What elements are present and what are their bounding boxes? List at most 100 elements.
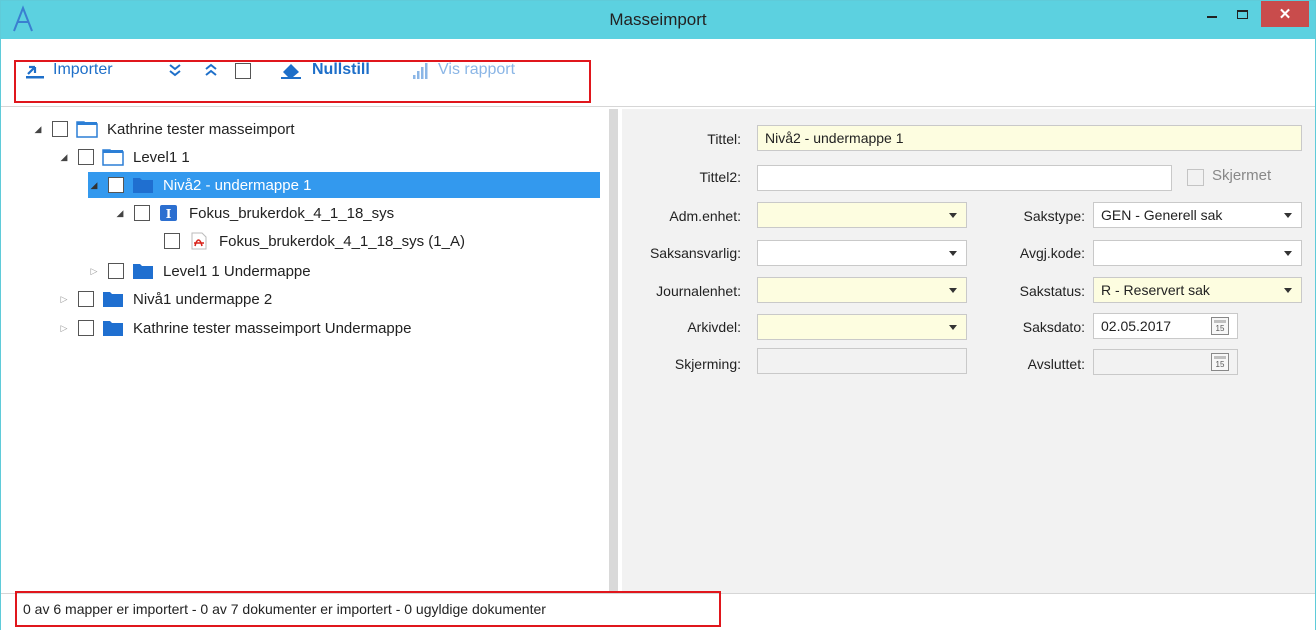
maximize-button[interactable] bbox=[1227, 1, 1257, 27]
tree-node-label: Level1 1 Undermappe bbox=[163, 262, 311, 280]
tree-node-checkbox[interactable] bbox=[52, 121, 68, 137]
expand-arrow-icon[interactable]: ◢ bbox=[114, 207, 126, 219]
tree-node-label: Nivå1 undermappe 2 bbox=[133, 290, 273, 308]
case-type-value: GEN - Generell sak bbox=[1101, 207, 1223, 223]
folder-icon bbox=[133, 264, 153, 279]
chevron-down-icon bbox=[949, 325, 957, 330]
case-officer-select[interactable] bbox=[757, 240, 967, 266]
folder-icon bbox=[103, 321, 123, 336]
expand-arrow-icon[interactable]: ◢ bbox=[58, 151, 70, 163]
title2-label: Tittel2: bbox=[699, 169, 742, 185]
decision-code-label: Avgj.kode: bbox=[1019, 245, 1085, 261]
decision-code-select[interactable] bbox=[1093, 240, 1302, 266]
case-type-select[interactable]: GEN - Generell sak bbox=[1093, 202, 1302, 228]
title-field[interactable]: Nivå2 - undermappe 1 bbox=[757, 125, 1302, 151]
toolbar bbox=[1, 39, 1315, 107]
tree-node-label: Fokus_brukerdok_4_1_18_sys bbox=[189, 204, 395, 222]
tree-node[interactable]: ▷ Kathrine tester masseimport Undermappe bbox=[58, 315, 412, 341]
case-officer-label: Saksansvarlig: bbox=[649, 245, 741, 261]
app-window: Masseimport ✕ Importer Nullstill Vis rap… bbox=[0, 0, 1316, 630]
tree-node[interactable]: ▷ Level1 1 Undermappe bbox=[88, 258, 311, 284]
tree-node-selected[interactable]: ◢ Nivå2 - undermappe 1 bbox=[88, 172, 600, 198]
chevron-down-icon bbox=[1284, 213, 1292, 218]
window-title: Masseimport bbox=[609, 10, 707, 29]
tree-node-label: Fokus_brukerdok_4_1_18_sys (1_A) bbox=[219, 232, 465, 250]
closed-date-field[interactable]: 15 bbox=[1093, 349, 1238, 375]
archive-part-select[interactable] bbox=[757, 314, 967, 340]
case-date-value: 02.05.2017 bbox=[1101, 318, 1172, 334]
case-type-label: Sakstype: bbox=[1023, 208, 1085, 224]
chevron-down-icon bbox=[1284, 288, 1292, 293]
screened-checkbox[interactable] bbox=[1187, 169, 1204, 186]
tree-node-label: Nivå2 - undermappe 1 bbox=[163, 176, 312, 194]
chevron-double-down-icon bbox=[169, 64, 181, 77]
tree-node-label: Level1 1 bbox=[133, 148, 190, 166]
view-report-label: Vis rapport bbox=[438, 61, 516, 78]
screening-field bbox=[757, 348, 967, 374]
collapse-arrow-icon[interactable]: ▷ bbox=[58, 322, 70, 334]
adm-unit-select[interactable] bbox=[757, 202, 967, 228]
import-status-text: 0 av 6 mapper er importert - 0 av 7 doku… bbox=[23, 601, 546, 617]
tree-node-checkbox[interactable] bbox=[164, 233, 180, 249]
title-label: Tittel: bbox=[707, 131, 741, 147]
import-icon bbox=[26, 65, 44, 79]
select-all-checkbox[interactable] bbox=[235, 63, 251, 79]
collapse-arrow-icon[interactable]: ▷ bbox=[88, 265, 100, 277]
tree-node-checkbox[interactable] bbox=[78, 320, 94, 336]
pdf-icon bbox=[191, 232, 207, 250]
folder-icon bbox=[103, 292, 123, 307]
tree-node-checkbox[interactable] bbox=[108, 263, 124, 279]
chevron-down-icon bbox=[949, 213, 957, 218]
import-button[interactable]: Importer bbox=[25, 57, 113, 83]
tree-node[interactable]: ▷ Nivå1 undermappe 2 bbox=[58, 286, 273, 312]
pane-splitter[interactable] bbox=[609, 109, 618, 593]
screened-label: Skjermet bbox=[1212, 167, 1272, 184]
folder-open-icon bbox=[76, 121, 98, 138]
folder-open-icon bbox=[102, 149, 124, 166]
calendar-icon[interactable]: 15 bbox=[1211, 353, 1229, 371]
tree-node[interactable]: ◢ Level1 1 bbox=[58, 144, 190, 170]
tree-node-checkbox[interactable] bbox=[134, 205, 150, 221]
title-bar: Masseimport ✕ bbox=[1, 1, 1315, 39]
chevron-down-icon bbox=[1284, 251, 1292, 256]
folder-icon bbox=[133, 178, 153, 193]
chevron-down-icon bbox=[949, 288, 957, 293]
close-icon: ✕ bbox=[1278, 6, 1292, 23]
journal-unit-label: Journalenhet: bbox=[656, 283, 741, 299]
tree-node-checkbox[interactable] bbox=[78, 291, 94, 307]
tree-node[interactable]: ◢ Kathrine tester masseimport bbox=[32, 116, 295, 142]
expand-all-button[interactable] bbox=[167, 57, 183, 83]
tree-node-label: Kathrine tester masseimport bbox=[107, 120, 295, 138]
tree-node[interactable]: ◢ I Fokus_brukerdok_4_1_18_sys bbox=[114, 200, 395, 226]
expand-arrow-icon[interactable]: ◢ bbox=[88, 179, 100, 191]
tree-node[interactable]: Fokus_brukerdok_4_1_18_sys (1_A) bbox=[164, 228, 465, 254]
tree-node-checkbox[interactable] bbox=[78, 149, 94, 165]
title2-field[interactable] bbox=[757, 165, 1172, 191]
view-report-button[interactable]: Vis rapport bbox=[412, 57, 515, 83]
case-date-field[interactable]: 02.05.2017 15 bbox=[1093, 313, 1238, 339]
calendar-icon[interactable]: 15 bbox=[1211, 317, 1229, 335]
expand-arrow-icon[interactable]: ◢ bbox=[32, 123, 44, 135]
chevron-down-icon bbox=[949, 251, 957, 256]
document-info-icon: I bbox=[160, 205, 177, 221]
tree-node-label: Kathrine tester masseimport Undermappe bbox=[133, 319, 412, 337]
maximize-icon bbox=[1236, 9, 1248, 19]
import-label: Importer bbox=[53, 61, 113, 78]
folder-tree: ◢ Kathrine tester masseimport ◢ Level1 1… bbox=[18, 109, 609, 593]
minimize-button[interactable] bbox=[1197, 1, 1227, 27]
eraser-icon bbox=[281, 64, 301, 79]
case-status-select[interactable]: R - Reservert sak bbox=[1093, 277, 1302, 303]
reset-label: Nullstill bbox=[312, 61, 370, 78]
tree-node-checkbox[interactable] bbox=[108, 177, 124, 193]
collapse-all-button[interactable] bbox=[203, 57, 219, 83]
archive-part-label: Arkivdel: bbox=[687, 319, 741, 335]
case-status-value: R - Reservert sak bbox=[1101, 282, 1210, 298]
screening-label: Skjerming: bbox=[674, 356, 741, 372]
adm-unit-label: Adm.enhet: bbox=[669, 208, 741, 224]
reset-button[interactable]: Nullstill bbox=[280, 57, 370, 83]
minimize-icon bbox=[1207, 16, 1217, 18]
case-status-label: Sakstatus: bbox=[1019, 283, 1085, 299]
close-button[interactable]: ✕ bbox=[1261, 1, 1309, 27]
journal-unit-select[interactable] bbox=[757, 277, 967, 303]
collapse-arrow-icon[interactable]: ▷ bbox=[58, 293, 70, 305]
